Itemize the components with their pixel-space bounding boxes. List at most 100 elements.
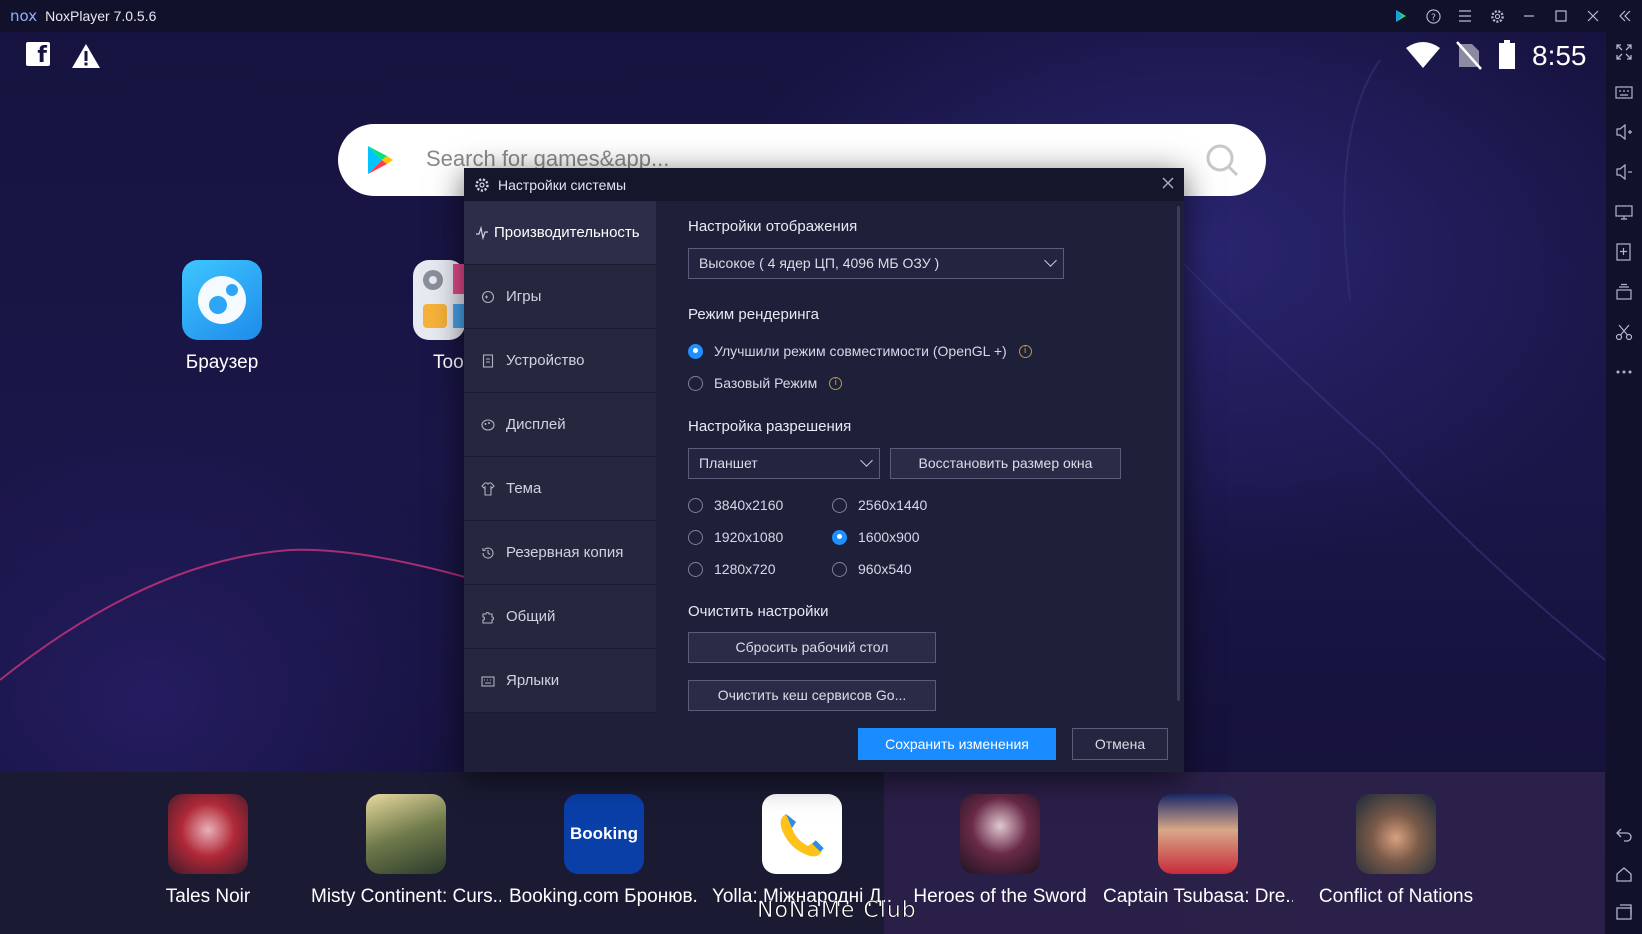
settings-gear-icon[interactable] xyxy=(1488,7,1506,25)
info-icon[interactable]: i xyxy=(829,376,843,390)
radio-render-basic[interactable]: Базовый Режим i xyxy=(688,375,843,391)
nox-logo: nox xyxy=(10,7,38,25)
system-settings-dialog: Настройки системы Производительность Игр… xyxy=(464,168,1184,772)
radio-dot xyxy=(832,497,847,513)
minimize-icon[interactable] xyxy=(1520,7,1538,25)
fullscreen-icon[interactable] xyxy=(1614,42,1634,62)
save-changes-button[interactable]: Сохранить изменения xyxy=(858,728,1056,760)
home-icon[interactable] xyxy=(1614,864,1634,884)
scissors-icon[interactable] xyxy=(1614,322,1634,342)
play-store-icon[interactable] xyxy=(1392,7,1410,25)
radio-dot xyxy=(688,375,703,391)
nav-item-games[interactable]: Игры xyxy=(464,265,656,329)
settings-nav: Производительность Игры Устройство Диспл… xyxy=(464,201,656,713)
display-palette-icon xyxy=(480,417,496,433)
collapse-sidebar-icon[interactable] xyxy=(1616,7,1634,25)
volume-up-icon[interactable] xyxy=(1614,122,1634,142)
dock-app-tales-noir[interactable]: Tales Noir xyxy=(113,794,303,908)
maximize-icon[interactable] xyxy=(1552,7,1570,25)
desktop-app-browser[interactable]: Браузер xyxy=(167,260,277,374)
device-type-select-value: Планшет xyxy=(699,455,758,471)
nav-item-label: Производительность xyxy=(494,224,640,241)
wifi-icon xyxy=(1406,42,1440,68)
radio-res-1920x1080[interactable]: 1920x1080 xyxy=(688,529,783,545)
nav-item-shortcuts[interactable]: Ярлыки xyxy=(464,649,656,713)
search-icon[interactable] xyxy=(1204,142,1240,178)
nav-item-backup[interactable]: Резервная копия xyxy=(464,521,656,585)
desktop-app-tools[interactable]: Tool xyxy=(393,260,465,374)
dock-app-captain-tsubasa[interactable]: Captain Tsubasa: Dre.. xyxy=(1103,794,1293,908)
help-icon[interactable]: ? xyxy=(1424,7,1442,25)
radio-res-1280x720[interactable]: 1280x720 xyxy=(688,561,776,577)
device-type-select[interactable]: Планшет xyxy=(688,448,880,479)
captain-tsubasa-icon xyxy=(1158,794,1238,874)
dock-app-heroes-of-the-sword[interactable]: Heroes of the Sword xyxy=(905,794,1095,908)
recent-apps-icon[interactable] xyxy=(1614,902,1634,922)
radio-dot xyxy=(688,343,703,359)
phone-icon xyxy=(762,794,842,874)
dock-app-conflict-of-nations[interactable]: Conflict of Nations xyxy=(1301,794,1491,908)
display-settings-title: Настройки отображения xyxy=(688,218,858,235)
performance-select[interactable]: Высокое ( 4 ядер ЦП, 4096 МБ ОЗУ ) xyxy=(688,248,1064,279)
chevron-down-icon xyxy=(860,454,873,467)
nav-item-device[interactable]: Устройство xyxy=(464,329,656,393)
more-icon[interactable] xyxy=(1614,362,1634,382)
warning-icon[interactable] xyxy=(70,42,102,70)
right-toolbar xyxy=(1606,32,1642,934)
nav-item-general[interactable]: Общий xyxy=(464,585,656,649)
back-icon[interactable] xyxy=(1614,824,1634,844)
nav-item-label: Ярлыки xyxy=(506,672,560,689)
gamepad-icon xyxy=(480,289,496,305)
radio-res-3840x2160[interactable]: 3840x2160 xyxy=(688,497,783,513)
keyboard-icon[interactable] xyxy=(1614,82,1634,102)
facebook-icon[interactable]: f xyxy=(26,42,50,68)
dialog-title: Настройки системы xyxy=(498,176,627,193)
performance-icon xyxy=(474,225,490,241)
shirt-icon xyxy=(480,481,496,497)
browser-icon xyxy=(182,260,262,340)
nav-item-theme[interactable]: Тема xyxy=(464,457,656,521)
booking-icon-text: Booking xyxy=(570,824,638,843)
nav-item-display[interactable]: Дисплей xyxy=(464,393,656,457)
radio-res-2560x1440[interactable]: 2560x1440 xyxy=(832,497,927,513)
dock-app-label: Conflict of Nations xyxy=(1318,886,1474,907)
menu-icon[interactable] xyxy=(1456,7,1474,25)
volume-down-icon[interactable] xyxy=(1614,162,1634,182)
dialog-close-icon[interactable] xyxy=(1160,176,1176,192)
performance-select-value: Высокое ( 4 ядер ЦП, 4096 МБ ОЗУ ) xyxy=(699,255,940,271)
nav-item-label: Игры xyxy=(506,288,542,305)
dock-app-misty-continent[interactable]: Misty Continent: Curs.. xyxy=(311,794,501,908)
cancel-button[interactable]: Отмена xyxy=(1072,728,1168,760)
radio-label: 1280x720 xyxy=(714,561,776,577)
misty-continent-icon xyxy=(366,794,446,874)
no-sim-icon xyxy=(1456,41,1482,70)
conflict-of-nations-icon xyxy=(1356,794,1436,874)
tools-folder-icon xyxy=(413,260,465,340)
info-icon[interactable]: i xyxy=(1018,344,1032,358)
titlebar-controls: ? xyxy=(1392,0,1634,32)
content-scrollbar[interactable] xyxy=(1177,206,1180,701)
radio-dot xyxy=(688,529,703,545)
reset-desktop-button[interactable]: Сбросить рабочий стол xyxy=(688,632,936,663)
desktop-app-label: Tool xyxy=(433,352,465,373)
restore-window-size-button[interactable]: Восстановить размер окна xyxy=(890,448,1121,479)
status-clock: 8:55 xyxy=(1532,40,1587,71)
nav-item-label: Резервная копия xyxy=(506,544,624,561)
radio-label: Базовый Режим xyxy=(714,375,818,391)
nav-item-performance[interactable]: Производительность xyxy=(464,201,656,265)
title-bar: nox NoxPlayer 7.0.5.6 ? xyxy=(0,0,1642,32)
radio-res-960x540[interactable]: 960x540 xyxy=(832,561,912,577)
radio-render-opengl-plus[interactable]: Улучшили режим совместимости (OpenGL +) … xyxy=(688,343,1032,359)
dock-app-label: Misty Continent: Curs.. xyxy=(311,886,501,907)
clear-services-cache-button[interactable]: Очистить кеш сервисов Go... xyxy=(688,680,936,711)
multi-instance-icon[interactable] xyxy=(1614,282,1634,302)
radio-dot xyxy=(832,529,847,545)
screen-icon[interactable] xyxy=(1614,202,1634,222)
dock-app-booking[interactable]: Booking Booking.com Бронюв.. xyxy=(509,794,699,908)
close-icon[interactable] xyxy=(1584,7,1602,25)
desktop-app-label: Браузер xyxy=(185,352,259,373)
radio-dot xyxy=(688,561,703,577)
radio-res-1600x900[interactable]: 1600x900 xyxy=(832,529,920,545)
dock-app-yolla[interactable]: Yolla: Міжнародні Д.. xyxy=(707,794,897,908)
apk-install-icon[interactable] xyxy=(1614,242,1634,262)
